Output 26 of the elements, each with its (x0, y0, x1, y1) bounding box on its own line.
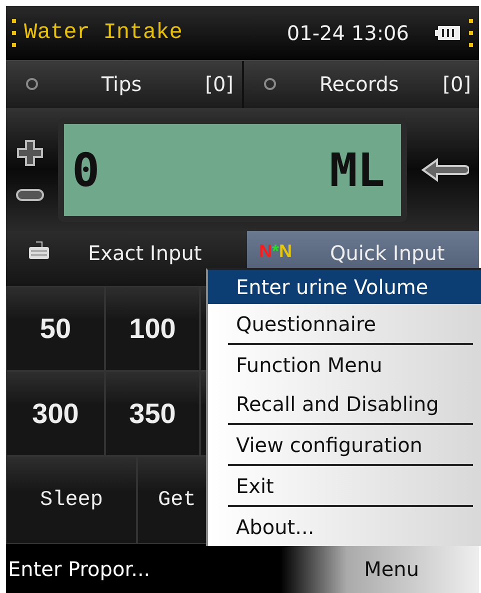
menu-item[interactable]: Exit (208, 466, 481, 505)
menu-item[interactable]: Enter urine Volume (208, 270, 481, 304)
radio-icon (264, 78, 276, 90)
quick-input-icon: N*N (259, 240, 292, 262)
amount-button[interactable]: 300 (6, 371, 105, 456)
action-button[interactable]: Sleep (6, 456, 137, 544)
menu-item[interactable]: Function Menu (208, 345, 481, 384)
volume-unit: ML (330, 142, 385, 197)
amount-button[interactable]: 50 (6, 286, 105, 372)
clock: 01-24 13:06 (286, 20, 409, 45)
menu-softkey[interactable]: Menu (364, 556, 419, 581)
keyboard-icon (28, 240, 50, 261)
app-title: Water Intake (24, 20, 184, 46)
tab[interactable]: Tips [0] (6, 60, 242, 108)
backspace-arrow-icon[interactable] (421, 158, 469, 182)
amount-button[interactable]: 100 (105, 286, 200, 372)
volume-value: 0 (72, 142, 100, 197)
battery-icon (435, 24, 461, 41)
menu-item[interactable]: View configuration (208, 425, 481, 464)
minus-icon[interactable] (16, 188, 44, 201)
menu-item[interactable]: Recall and Disabling (208, 384, 481, 423)
left-softkey[interactable]: Enter Propor... (6, 556, 364, 581)
radio-icon (26, 78, 38, 90)
amount-button[interactable]: 350 (105, 371, 200, 456)
plus-icon[interactable] (16, 138, 44, 167)
menu-item[interactable]: About... (208, 507, 481, 546)
